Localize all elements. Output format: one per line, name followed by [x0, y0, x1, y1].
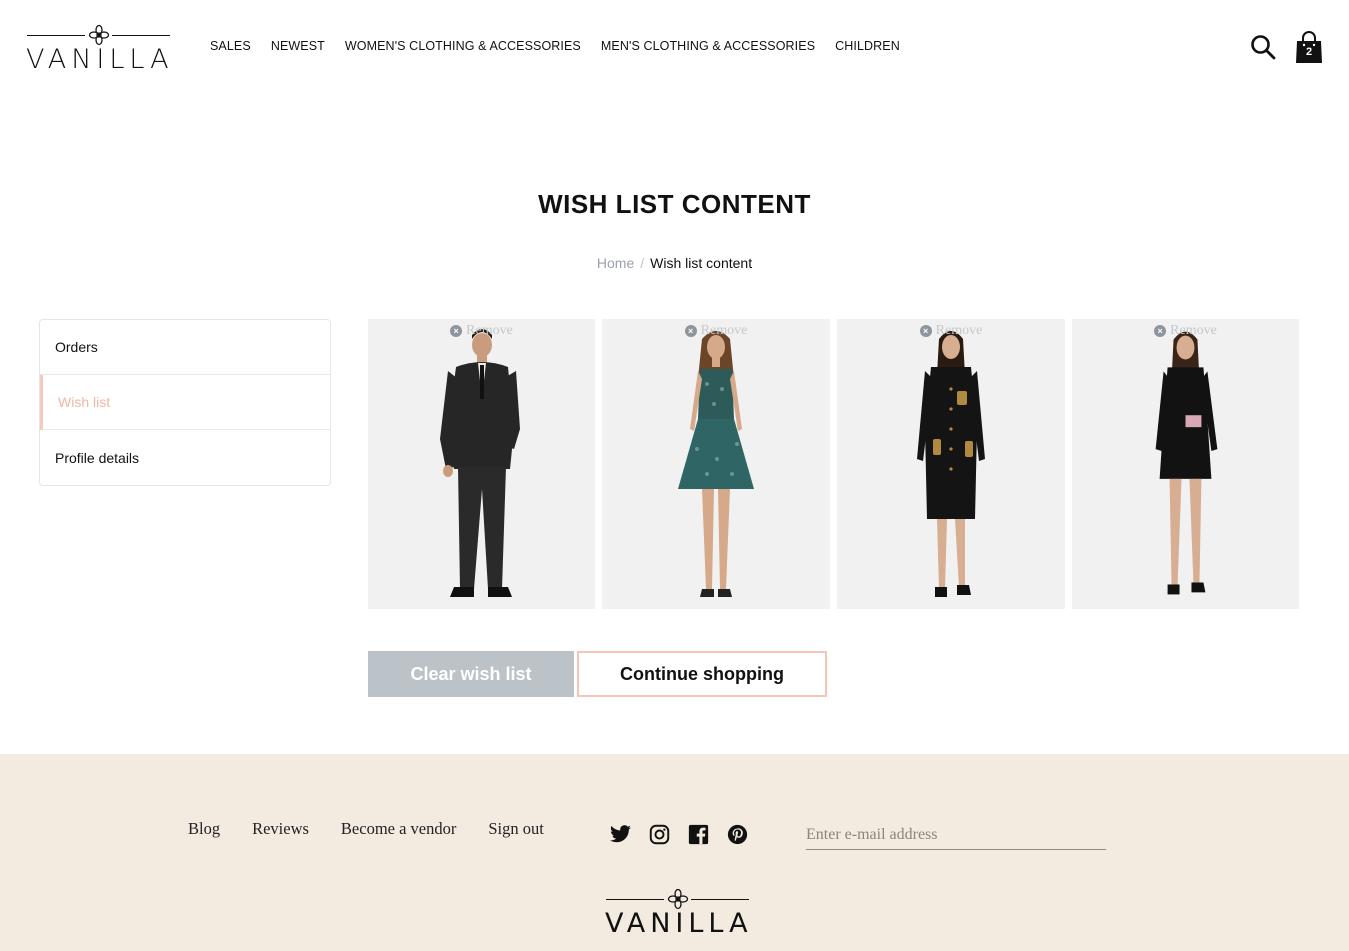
close-icon: × — [684, 325, 697, 337]
newsletter-email-input[interactable] — [806, 820, 1106, 850]
remove-button[interactable]: × Remove — [837, 323, 1065, 339]
close-icon: × — [919, 325, 932, 337]
site-header: VANILLA SALES NEWEST WOMEN'S CLOTHING & … — [0, 0, 1349, 95]
breadcrumb: Home / Wish list content — [0, 255, 1349, 271]
wishlist-grid: × Remove × Remove × Remove × Remove — [368, 319, 1299, 609]
footer-links: Blog Reviews Become a vendor Sign out — [188, 819, 544, 839]
footer-link-reviews[interactable]: Reviews — [252, 819, 309, 839]
account-sidebar: Orders Wish list Profile details — [39, 319, 331, 486]
flower-icon — [667, 888, 689, 910]
breadcrumb-current: Wish list content — [650, 255, 753, 271]
close-icon: × — [1154, 325, 1167, 337]
social-links — [609, 823, 748, 845]
footer-link-sign-out[interactable]: Sign out — [488, 819, 543, 839]
nav-womens[interactable]: WOMEN'S CLOTHING & ACCESSORIES — [335, 39, 591, 53]
product-image-green-dress — [678, 331, 754, 597]
search-button[interactable] — [1249, 30, 1277, 64]
sidebar-item-profile-details[interactable]: Profile details — [40, 430, 330, 485]
cart-count-badge: 2 — [1305, 46, 1313, 58]
brand-logo[interactable]: VANILLA — [26, 24, 174, 75]
remove-label: Remove — [935, 323, 983, 338]
clear-wishlist-button[interactable]: Clear wish list — [368, 651, 574, 697]
wishlist-card[interactable]: × Remove — [368, 319, 595, 609]
logo-line-right — [691, 899, 749, 900]
breadcrumb-home[interactable]: Home — [597, 255, 634, 271]
continue-shopping-button[interactable]: Continue shopping — [577, 651, 827, 697]
flower-icon — [88, 24, 110, 46]
twitter-icon[interactable] — [609, 823, 631, 845]
main-nav: SALES NEWEST WOMEN'S CLOTHING & ACCESSOR… — [200, 39, 910, 53]
cart-button[interactable]: 2 — [1295, 30, 1323, 64]
footer-link-blog[interactable]: Blog — [188, 819, 220, 839]
nav-sales[interactable]: SALES — [200, 39, 261, 53]
footer-link-become-vendor[interactable]: Become a vendor — [341, 819, 456, 839]
remove-button[interactable]: × Remove — [602, 323, 830, 339]
nav-mens[interactable]: MEN'S CLOTHING & ACCESSORIES — [591, 39, 825, 53]
logo-line-left — [606, 899, 664, 900]
pinterest-icon[interactable] — [726, 823, 748, 845]
page-title: WISH LIST CONTENT — [538, 189, 811, 219]
wishlist-card[interactable]: × Remove — [602, 319, 830, 609]
close-icon: × — [450, 325, 463, 337]
breadcrumb-separator: / — [640, 255, 645, 271]
logo-line-right — [112, 35, 170, 36]
instagram-icon[interactable] — [648, 823, 670, 845]
product-image-black-dress — [1155, 331, 1218, 595]
remove-button[interactable]: × Remove — [368, 323, 595, 339]
search-icon — [1251, 35, 1276, 60]
wishlist-card[interactable]: × Remove — [837, 319, 1065, 609]
remove-button[interactable]: × Remove — [1072, 323, 1299, 339]
nav-children[interactable]: CHILDREN — [825, 39, 910, 53]
product-image-black-coat — [917, 331, 985, 597]
sidebar-item-orders[interactable]: Orders — [40, 320, 330, 375]
remove-label: Remove — [466, 323, 513, 338]
remove-label: Remove — [1170, 323, 1217, 338]
logo-wordmark: VANILLA — [26, 44, 174, 75]
facebook-icon[interactable] — [687, 823, 709, 845]
site-footer: Blog Reviews Become a vendor Sign out En… — [0, 754, 1349, 951]
sidebar-item-wishlist[interactable]: Wish list — [40, 375, 330, 430]
nav-newest[interactable]: NEWEST — [261, 39, 335, 53]
wishlist-card[interactable]: × Remove — [1072, 319, 1299, 609]
logo-wordmark: VANILLA — [605, 908, 753, 939]
remove-label: Remove — [700, 323, 748, 338]
product-image-man-suit — [440, 329, 520, 597]
logo-line-left — [27, 35, 85, 36]
header-actions: 2 — [1249, 30, 1323, 64]
footer-brand-logo[interactable]: VANILLA — [605, 888, 753, 939]
